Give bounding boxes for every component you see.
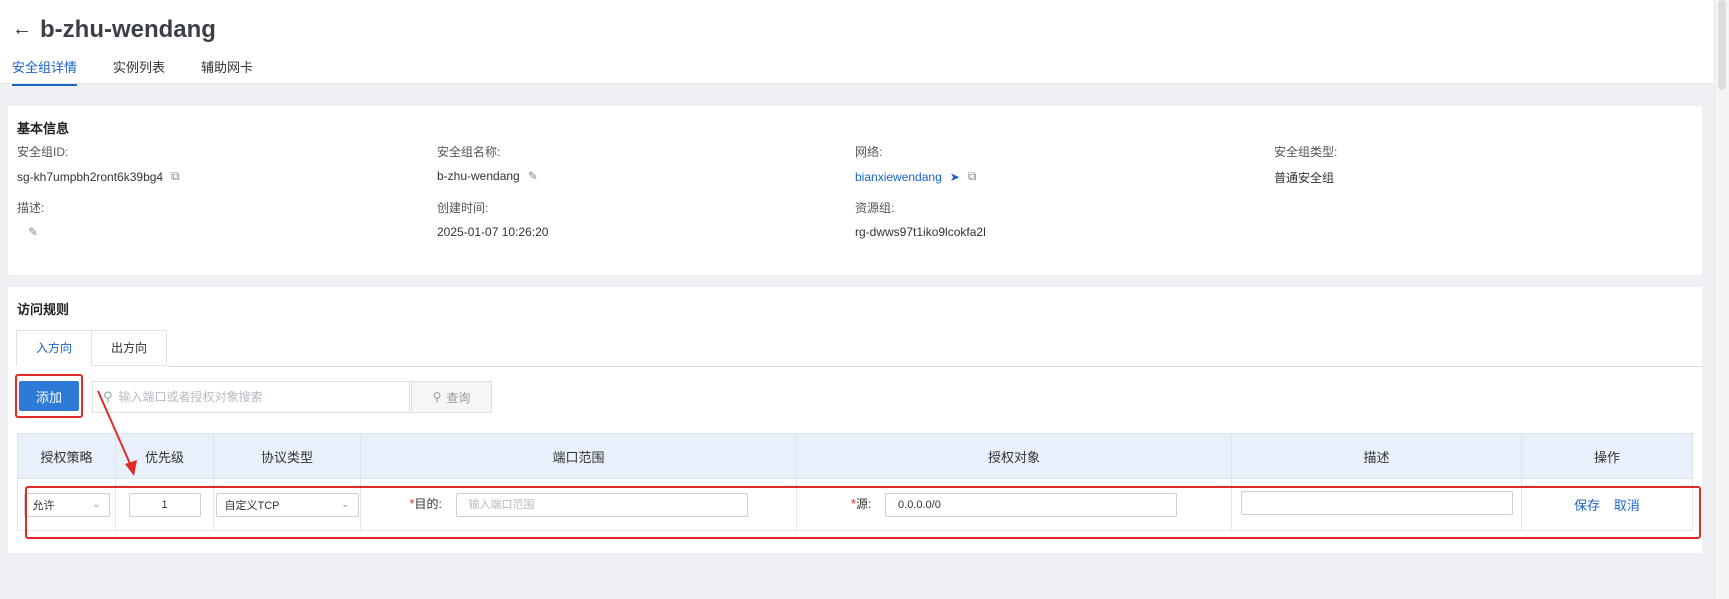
scrollbar-thumb[interactable] [1718, 0, 1726, 90]
network-label: 网络: [855, 145, 883, 159]
sg-type-value: 普通安全组 [1274, 171, 1335, 185]
basic-info-card: 基本信息 安全组ID: sg-kh7umpbh2ront6k39bg4 ⧉ 安全… [8, 106, 1702, 275]
priority-cell: 1 [115, 478, 214, 531]
tab-outbound[interactable]: 出方向 [92, 330, 167, 366]
col-actions: 操作 [1521, 433, 1693, 479]
edit-icon[interactable]: ✎ [528, 169, 538, 183]
tab-secondary-nic[interactable]: 辅助网卡 [201, 57, 253, 86]
description-value: ✎ [28, 225, 38, 239]
tab-instance-list[interactable]: 实例列表 [113, 57, 165, 86]
add-rule-button[interactable]: 添加 [19, 381, 79, 411]
sg-name-label: 安全组名称: [437, 145, 501, 159]
copy-icon[interactable]: ⧉ [968, 169, 977, 184]
rules-table: 授权策略 优先级 协议类型 端口范围 授权对象 描述 操作 允许 ⌄ 1 自定义… [17, 433, 1693, 531]
detail-tabs: 安全组详情 实例列表 辅助网卡 [12, 57, 289, 86]
basic-info-title: 基本信息 [17, 121, 70, 136]
col-port-range: 端口范围 [360, 433, 797, 479]
col-priority: 优先级 [115, 433, 214, 479]
created-value: 2025-01-07 10:26:20 [437, 225, 549, 239]
col-description: 描述 [1231, 433, 1522, 479]
page-header: ← b-zhu-wendang 安全组详情 实例列表 辅助网卡 [0, 0, 1714, 86]
source-input[interactable]: 0.0.0.0/0 [885, 492, 1178, 517]
sg-name-text: b-zhu-wendang [437, 169, 520, 183]
col-auth-object: 授权对象 [796, 433, 1232, 479]
sg-type-label: 安全组类型: [1274, 145, 1338, 159]
search-icon: ⚲ [103, 389, 113, 404]
page-title: b-zhu-wendang [40, 16, 216, 43]
send-icon[interactable]: ➤ [950, 170, 960, 184]
tab-security-group-detail[interactable]: 安全组详情 [12, 57, 78, 86]
page-scrollbar[interactable] [1714, 0, 1729, 599]
chevron-down-icon: ⌄ [92, 499, 101, 510]
resource-group-label: 资源组: [855, 201, 895, 215]
access-rules-card: 访问规则 入方向 出方向 添加 ⚲ ⚲ 查询 授权策略 优先级 协议类型 端口范… [8, 287, 1702, 553]
source-label: 源: [856, 496, 872, 511]
table-header-row: 授权策略 优先级 协议类型 端口范围 授权对象 描述 操作 [17, 433, 1693, 479]
cancel-button[interactable]: 取消 [1614, 498, 1640, 513]
query-label: 查询 [446, 390, 471, 405]
save-button[interactable]: 保存 [1574, 498, 1600, 513]
rule-description-input[interactable] [1240, 491, 1513, 515]
policy-cell: 允许 ⌄ [17, 478, 116, 531]
copy-icon[interactable]: ⧉ [171, 169, 180, 184]
port-range-cell: *目的: 输入端口范围 [360, 478, 797, 531]
actions-cell: 保存 取消 [1521, 478, 1693, 531]
sg-name-value: b-zhu-wendang ✎ [437, 169, 538, 183]
rule-search-input[interactable] [118, 390, 399, 404]
chevron-down-icon: ⌄ [341, 499, 350, 510]
auth-object-cell: *源: 0.0.0.0/0 [796, 478, 1232, 531]
edit-icon[interactable]: ✎ [28, 225, 38, 239]
query-button[interactable]: ⚲ 查询 [411, 381, 492, 413]
policy-value: 允许 [32, 499, 55, 512]
resource-group-value: rg-dwws97t1iko9lcokfa2l [855, 225, 986, 239]
rule-search-box: ⚲ [92, 381, 410, 413]
protocol-value: 自定义TCP [224, 499, 280, 512]
created-label: 创建时间: [437, 201, 489, 215]
protocol-cell: 自定义TCP ⌄ [213, 478, 361, 531]
tab-inbound[interactable]: 入方向 [16, 330, 92, 366]
sg-id-label: 安全组ID: [17, 145, 69, 159]
direction-tabs: 入方向 出方向 [16, 330, 167, 366]
network-value: bianxiewendang ➤ ⧉ [855, 169, 976, 184]
access-rules-title: 访问规则 [17, 302, 70, 317]
policy-select[interactable]: 允许 ⌄ [23, 492, 110, 517]
protocol-select[interactable]: 自定义TCP ⌄ [215, 492, 359, 517]
required-mark: * [409, 495, 415, 511]
sg-id-text: sg-kh7umpbh2ront6k39bg4 [17, 169, 164, 184]
col-policy: 授权策略 [17, 433, 116, 479]
search-icon: ⚲ [432, 390, 442, 404]
arrow-left-icon[interactable]: ← [12, 18, 32, 41]
description-label: 描述: [17, 201, 45, 215]
col-protocol: 协议类型 [213, 433, 361, 479]
sg-id-value: sg-kh7umpbh2ront6k39bg4 ⧉ [17, 169, 180, 184]
description-cell [1231, 478, 1522, 531]
dest-label: 目的: [414, 496, 442, 511]
tab-divider [168, 366, 1702, 367]
table-row: 允许 ⌄ 1 自定义TCP ⌄ *目的: 输入端口范围 *源: 0.0.0.0/… [17, 478, 1693, 531]
port-range-input[interactable]: 输入端口范围 [455, 492, 748, 517]
network-link[interactable]: bianxiewendang [855, 170, 942, 184]
priority-input[interactable]: 1 [128, 492, 201, 517]
